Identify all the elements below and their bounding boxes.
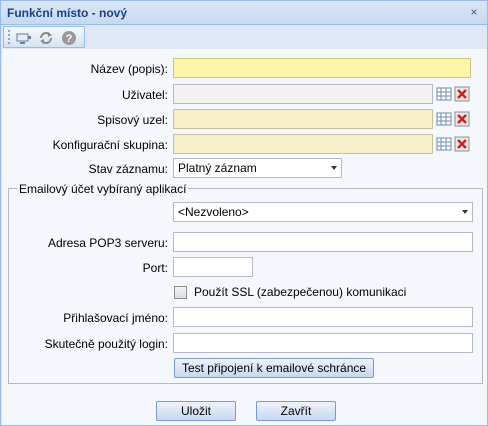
konfiguracni-skupina-label: Konfigurační skupina: <box>52 138 168 152</box>
close-icon[interactable]: × <box>468 6 480 18</box>
test-connection-button[interactable]: Test připojení k emailové schránce <box>174 358 374 378</box>
konfiguracni-skupina-pick-icon[interactable] <box>436 136 452 152</box>
nazev-field[interactable] <box>173 58 471 78</box>
dialog-window: Funkční místo - nový × ? Název (popis): … <box>0 0 488 426</box>
screen-icon[interactable] <box>16 30 32 46</box>
form-panel: Název (popis): Uživatel: Spisový uzel: K… <box>2 49 487 425</box>
email-account-select[interactable]: <Nezvoleno> <box>173 202 473 222</box>
uzivatel-label: Uživatel: <box>121 88 168 102</box>
uzivatel-clear-icon[interactable] <box>454 86 470 102</box>
port-label: Port: <box>142 261 168 275</box>
spisovy-uzel-clear-icon[interactable] <box>454 111 470 127</box>
ssl-checkbox[interactable] <box>174 286 187 299</box>
email-legend: Emailový účet vybíraný aplikací <box>17 182 189 196</box>
real-login-label: Skutečně použitý login: <box>44 337 168 351</box>
close-button[interactable]: Zavřít <box>256 401 336 421</box>
spisovy-uzel-field[interactable] <box>173 109 433 129</box>
stav-zaznamu-value: Platný záznam <box>178 161 257 175</box>
uzivatel-pick-icon[interactable] <box>436 86 452 102</box>
konfiguracni-skupina-field[interactable] <box>173 134 433 154</box>
uzivatel-field[interactable] <box>173 84 433 104</box>
pop3-label: Adresa POP3 serveru: <box>47 236 168 250</box>
window-title: Funkční místo - nový <box>7 6 128 20</box>
spisovy-uzel-label: Spisový uzel: <box>97 113 168 127</box>
chevron-down-icon[interactable] <box>462 210 468 214</box>
toolbar: ? <box>3 26 85 48</box>
save-button[interactable]: Uložit <box>156 401 236 421</box>
login-name-field[interactable] <box>173 307 473 327</box>
chevron-down-icon[interactable] <box>331 166 337 170</box>
refresh-icon[interactable] <box>38 30 54 46</box>
nazev-label: Název (popis): <box>90 62 168 76</box>
stav-zaznamu-label: Stav záznamu: <box>88 162 168 176</box>
login-name-label: Přihlašovací jméno: <box>63 311 168 325</box>
port-field[interactable] <box>173 257 253 277</box>
form-body: Název (popis): Uživatel: Spisový uzel: K… <box>2 49 487 425</box>
title-bar[interactable]: Funkční místo - nový × <box>1 1 487 25</box>
ssl-label: Použít SSL (zabezpečenou) komunikaci <box>194 285 407 299</box>
grip-icon <box>8 30 10 44</box>
email-account-value: <Nezvoleno> <box>178 205 249 219</box>
konfiguracni-skupina-clear-icon[interactable] <box>454 136 470 152</box>
real-login-field[interactable] <box>173 333 473 353</box>
help-icon[interactable]: ? <box>61 30 77 46</box>
spisovy-uzel-pick-icon[interactable] <box>436 111 452 127</box>
stav-zaznamu-select[interactable]: Platný záznam <box>173 158 342 178</box>
pop3-field[interactable] <box>173 232 473 252</box>
svg-text:?: ? <box>66 33 73 45</box>
